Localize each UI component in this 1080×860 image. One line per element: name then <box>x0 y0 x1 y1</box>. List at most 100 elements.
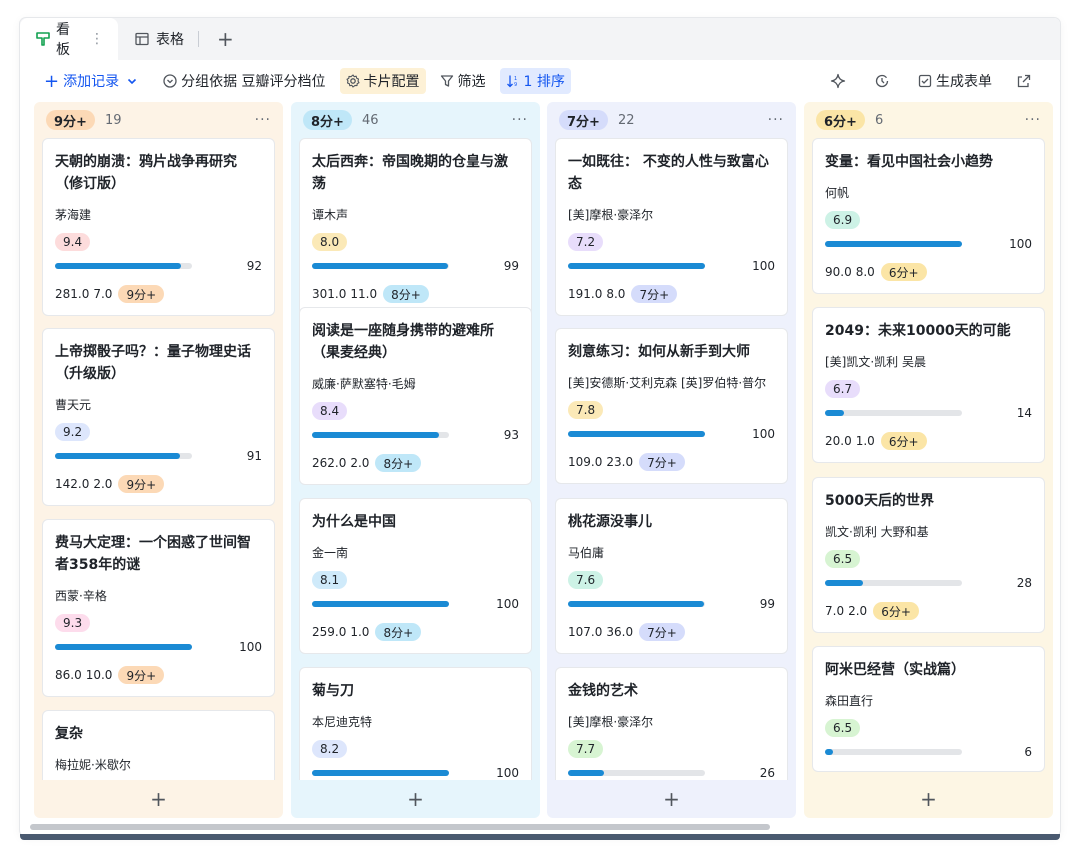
toolbar: + 添加记录 分组依据 豆瓣评分档位 卡片配置 筛选 19 1 排序 生成表单 <box>20 64 1060 98</box>
card-author: [美]摩根·豪泽尔 <box>568 208 654 222</box>
history-button[interactable] <box>868 68 900 94</box>
progress-fill <box>825 580 864 586</box>
more-icon[interactable]: ··· <box>768 112 784 128</box>
record-card[interactable]: 太后西奔：帝国晚期的仓皇与激荡 谭木声 8.0 99 301.0 11.0 8分+ <box>299 138 532 316</box>
filter-button[interactable]: 筛选 <box>434 68 492 94</box>
progress-row: 93 <box>312 428 519 442</box>
record-card[interactable]: 费马大定理：一个困惑了世间智者358年的谜 西蒙·辛格 9.3 100 86.0 10.0… <box>42 519 275 697</box>
kanban-board: 9分+ 19 ··· 天朝的崩溃：鸦片战争再研究（修订版） 茅海建 9.4 92 281.0 7… <box>34 102 1060 820</box>
score-badge: 9.4 <box>55 233 91 251</box>
progress-row: 100 <box>55 640 262 654</box>
progress-value: 92 <box>246 259 262 273</box>
record-card[interactable]: 上帝掷骰子吗？：量子物理史话（升级版） 曹天元 9.2 91 142.0 2.0 9分+ <box>42 328 275 506</box>
sort-label: 1 排序 <box>523 74 565 90</box>
more-icon[interactable]: ··· <box>1025 112 1041 128</box>
progress-row: 100 <box>568 259 775 273</box>
record-card[interactable]: 金钱的艺术 [美]摩根·豪泽尔 7.7 26 <box>555 667 788 780</box>
column-label: 6分+ <box>816 110 865 130</box>
card-meta: 7.0 2.0 6分+ <box>825 602 1032 620</box>
horizontal-scrollbar[interactable] <box>30 824 1050 830</box>
tab-divider <box>198 31 199 47</box>
more-icon[interactable]: ··· <box>512 112 528 128</box>
meta-value-a: 86.0 <box>55 668 82 682</box>
meta-value-b: 36.0 <box>606 625 634 639</box>
progress-row: 99 <box>312 259 519 273</box>
tab-table[interactable]: 表格 <box>118 18 198 60</box>
plus-icon: + <box>920 787 937 811</box>
record-card[interactable]: 天朝的崩溃：鸦片战争再研究（修订版） 茅海建 9.4 92 281.0 7.0 9分+ <box>42 138 275 316</box>
add-card-button[interactable]: + <box>804 780 1053 818</box>
progress-value: 6 <box>1024 745 1032 759</box>
add-card-button[interactable]: + <box>547 780 796 818</box>
tab-kanban[interactable]: 看板 ⋮ <box>20 18 118 60</box>
clock-icon <box>874 73 890 89</box>
ai-sparkle-button[interactable] <box>824 68 856 94</box>
share-button[interactable] <box>1010 68 1042 94</box>
progress-value: 100 <box>752 259 775 273</box>
card-author: 马伯庸 <box>568 546 605 560</box>
card-meta: 262.0 2.0 8分+ <box>312 454 519 472</box>
group-tag: 7分+ <box>631 285 678 303</box>
add-view-button[interactable]: + <box>211 18 240 60</box>
add-card-button[interactable]: + <box>291 780 540 818</box>
group-tag: 9分+ <box>118 285 165 303</box>
record-card[interactable]: 5000天后的世界 凯文·凯利 大野和基 6.5 28 7.0 2.0 6分+ <box>812 477 1045 633</box>
progress-fill <box>312 263 448 269</box>
record-card[interactable]: 一如既往： 不变的人性与致富心态 [美]摩根·豪泽尔 7.2 100 191.0 8.0 7… <box>555 138 788 316</box>
progress-value: 14 <box>1016 406 1032 420</box>
card-author: 森田直行 <box>825 694 874 708</box>
app-window: 看板 ⋮ 表格 + + 添加记录 分组依据 豆瓣评分档位 卡片配置 筛选 1 9… <box>20 18 1060 836</box>
add-record-button[interactable]: + 添加记录 <box>38 68 143 94</box>
meta-value-a: 301.0 <box>312 287 347 301</box>
meta-value-a: 259.0 <box>312 625 347 639</box>
toolbar-right: 生成表单 <box>824 68 1042 94</box>
meta-value-a: 142.0 <box>55 477 90 491</box>
scrollbar-thumb[interactable] <box>30 824 770 830</box>
record-card[interactable]: 菊与刀 本尼迪克特 8.2 100 <box>299 667 532 780</box>
card-author: 金一南 <box>312 546 349 560</box>
record-card[interactable]: 复杂 梅拉妮·米歇尔 <box>42 710 275 780</box>
plus-icon: + <box>44 70 60 92</box>
card-title: 桃花源没事儿 <box>568 514 652 530</box>
generate-form-button[interactable]: 生成表单 <box>912 68 998 94</box>
record-card[interactable]: 2049：未来10000天的可能 [美]凯文·凯利 吴晨 6.7 14 20.0 1.0 6… <box>812 307 1045 463</box>
group-tag: 9分+ <box>118 666 165 684</box>
group-by-button[interactable]: 分组依据 豆瓣评分档位 <box>157 68 331 94</box>
progress-value: 100 <box>239 640 262 654</box>
record-card[interactable]: 桃花源没事儿 马伯庸 7.6 99 107.0 36.0 7分+ <box>555 498 788 654</box>
meta-value-a: 107.0 <box>568 625 603 639</box>
progress-track <box>312 263 449 269</box>
progress-track <box>55 453 192 459</box>
tab-more-icon[interactable]: ⋮ <box>90 31 104 47</box>
add-card-button[interactable]: + <box>34 780 283 818</box>
progress-track <box>825 241 962 247</box>
card-meta: 109.0 23.0 7分+ <box>568 453 775 471</box>
sort-button[interactable]: 19 1 排序 <box>499 68 571 94</box>
meta-value-b: 8.0 <box>606 287 626 301</box>
record-card[interactable]: 阅读是一座随身携带的避难所（果麦经典） 威廉·萨默塞特·毛姆 8.4 93 262.0 2… <box>299 307 532 485</box>
meta-value-b: 7.0 <box>93 287 113 301</box>
progress-row: 100 <box>312 766 519 780</box>
tab-label: 看板 <box>56 22 70 58</box>
more-icon[interactable]: ··· <box>255 112 271 128</box>
group-tag: 6分+ <box>880 263 927 281</box>
record-card[interactable]: 变量：看见中国社会小趋势 何帆 6.9 100 90.0 8.0 6分+ <box>812 138 1045 294</box>
progress-row: 28 <box>825 576 1032 590</box>
sparkle-icon <box>830 73 846 89</box>
progress-row: 92 <box>55 259 262 273</box>
progress-value: 100 <box>496 766 519 780</box>
progress-row: 91 <box>55 449 262 463</box>
meta-value-b: 2.0 <box>848 604 868 618</box>
group-tag: 7分+ <box>639 453 685 471</box>
record-card[interactable]: 为什么是中国 金一南 8.1 100 259.0 1.0 8分+ <box>299 498 532 654</box>
chevron-down-icon[interactable] <box>127 76 137 86</box>
card-config-button[interactable]: 卡片配置 <box>339 68 426 94</box>
board-column: 7分+ 22 ··· 一如既往： 不变的人性与致富心态 [美]摩根·豪泽尔 7.2 100 1… <box>547 102 796 818</box>
card-author: 凯文·凯利 大野和基 <box>825 525 929 539</box>
record-card[interactable]: 刻意练习：如何从新手到大师 [美]安德斯·艾利克森 [英]罗伯特·普尔 7.8 100… <box>555 328 788 484</box>
meta-value-b: 10.0 <box>85 668 113 682</box>
score-badge: 6.7 <box>825 380 861 398</box>
record-card[interactable]: 阿米巴经营（实战篇） 森田直行 6.5 6 <box>812 646 1045 772</box>
progress-track <box>568 431 705 437</box>
progress-row: 100 <box>825 237 1032 251</box>
